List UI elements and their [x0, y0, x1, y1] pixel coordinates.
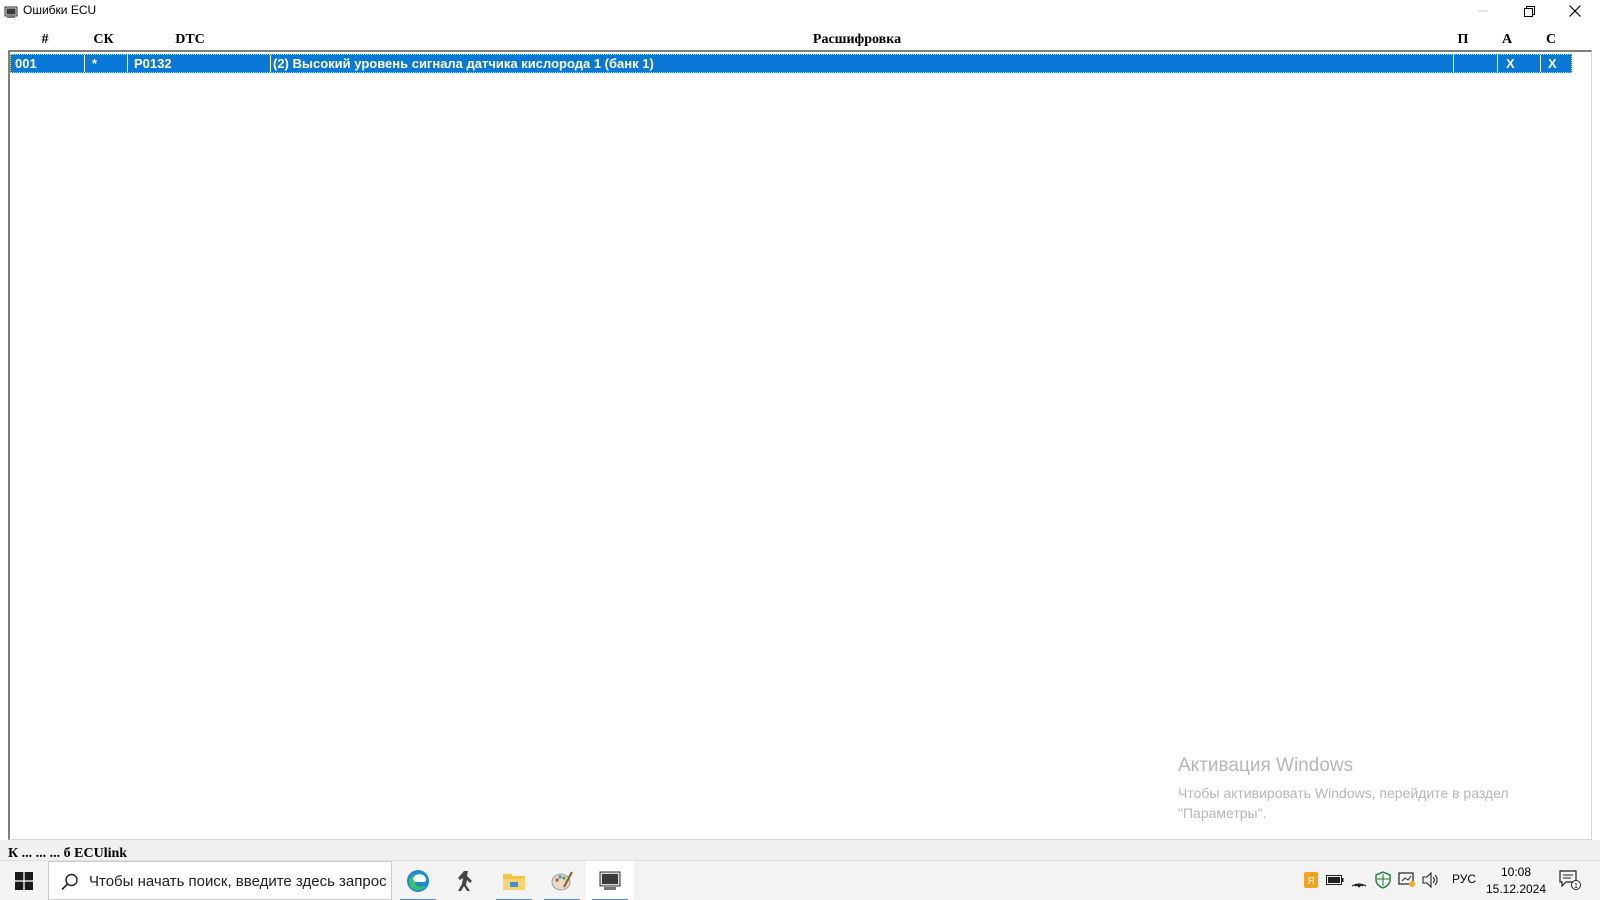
- dtc-grid[interactable]: 001 * P0132 (2) Высокий уровень сигнала …: [8, 50, 1592, 840]
- taskbar-app-file-explorer[interactable]: [490, 861, 538, 900]
- wifi-icon[interactable]: [1350, 871, 1368, 889]
- notification-center-icon: 1: [1559, 870, 1581, 890]
- battery-icon[interactable]: [1326, 871, 1344, 889]
- start-button[interactable]: [0, 861, 48, 900]
- taskbar-app-ecu[interactable]: [586, 861, 634, 900]
- taskbar-app-edge[interactable]: [394, 861, 442, 900]
- svg-text:Я: Я: [1307, 876, 1314, 887]
- restore-icon: [1523, 5, 1535, 17]
- grid-header: # СК DTC Расшифровка П А С: [8, 30, 1592, 50]
- column-header-description[interactable]: Расшифровка: [272, 30, 1442, 50]
- column-header-p[interactable]: П: [1442, 30, 1484, 50]
- edge-icon: [407, 870, 429, 892]
- minimize-icon: [1478, 10, 1488, 12]
- notification-count: 1: [1574, 883, 1578, 890]
- cell-sk: *: [85, 55, 128, 72]
- cell-description: (2) Высокий уровень сигнала датчика кисл…: [271, 55, 1454, 72]
- minimize-button[interactable]: [1460, 0, 1506, 22]
- close-icon: [1569, 5, 1581, 17]
- title-bar[interactable]: Ошибки ECU: [0, 0, 1600, 23]
- taskbar-app-paint[interactable]: [538, 861, 586, 900]
- taskbar-search-input[interactable]: Чтобы начать поиск, введите здесь запрос: [48, 861, 392, 900]
- cell-a: X: [1498, 55, 1541, 72]
- watermark-line-2: "Параметры".: [1178, 805, 1267, 821]
- activation-watermark: Активация Windows Чтобы активировать Win…: [1178, 755, 1509, 823]
- taskbar-app-counter-strike[interactable]: [442, 861, 490, 900]
- yandex-tray-icon[interactable]: Я: [1302, 871, 1320, 889]
- cell-dtc: P0132: [128, 55, 271, 72]
- app-window-icon: [4, 4, 18, 18]
- clock-date: 15.12.2024: [1485, 882, 1547, 896]
- column-header-dtc[interactable]: DTC: [125, 30, 255, 50]
- column-header-c[interactable]: С: [1530, 30, 1572, 50]
- column-header-a[interactable]: А: [1486, 30, 1528, 50]
- column-header-sk[interactable]: СК: [82, 30, 125, 50]
- notifications-button[interactable]: 1: [1556, 868, 1584, 892]
- watermark-title: Активация Windows: [1178, 755, 1354, 776]
- search-placeholder: Чтобы начать поиск, введите здесь запрос: [89, 873, 387, 890]
- watermark-line-1: Чтобы активировать Windows, перейдите в …: [1178, 785, 1509, 801]
- close-button[interactable]: [1552, 0, 1598, 22]
- restore-button[interactable]: [1506, 0, 1552, 22]
- column-header-num[interactable]: #: [8, 30, 82, 50]
- security-shield-icon[interactable]: [1374, 871, 1392, 889]
- paint-icon: [551, 871, 573, 891]
- file-explorer-icon: [503, 874, 525, 890]
- status-text: К ... ... ... б ECUlink: [8, 846, 128, 860]
- search-icon: [61, 873, 79, 895]
- windows-logo-icon: [15, 872, 33, 890]
- ecu-app-icon: [599, 871, 621, 890]
- clock-time: 10:08: [1500, 865, 1532, 879]
- clock[interactable]: 10:08 15.12.2024: [1480, 864, 1552, 898]
- cell-c: X: [1548, 56, 1557, 71]
- cell-num: 001: [11, 55, 85, 72]
- screen: Ошибки ECU # СК DTC Расшифровка П А С 00…: [0, 0, 1600, 900]
- counter-strike-icon: [458, 871, 472, 891]
- window-title: Ошибки ECU: [23, 3, 97, 17]
- network-status-icon[interactable]: [1398, 871, 1416, 889]
- input-language[interactable]: РУС: [1452, 872, 1476, 886]
- cell-p: [1454, 55, 1498, 72]
- status-strip: К ... ... ... б ECUlink: [0, 840, 1600, 860]
- table-row[interactable]: 001 * P0132 (2) Высокий уровень сигнала …: [10, 54, 1572, 73]
- volume-icon[interactable]: [1422, 871, 1440, 889]
